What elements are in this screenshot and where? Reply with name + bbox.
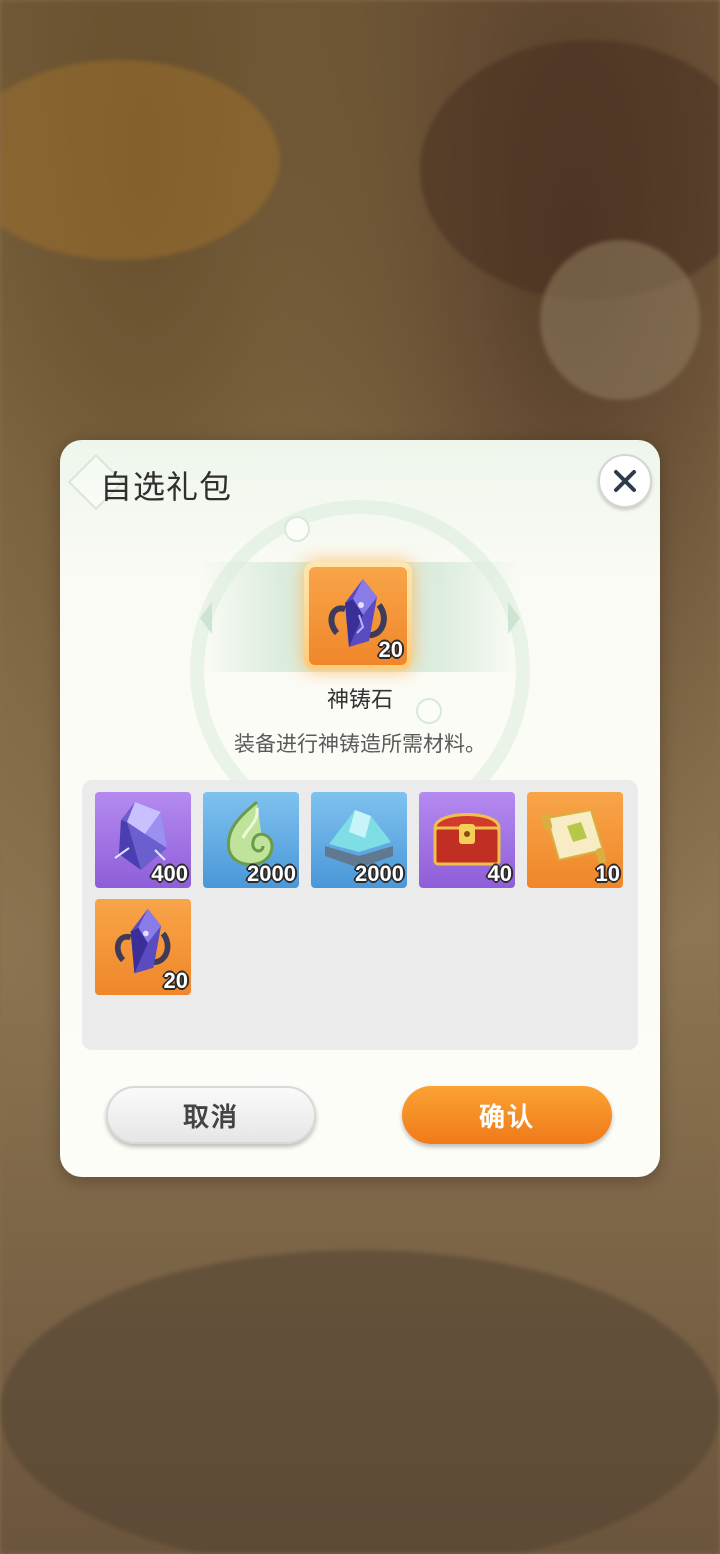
reward-quantity: 2000 (355, 861, 404, 886)
reward-quantity: 20 (163, 968, 188, 993)
reward-grid: 400 2000 2000 40 10 20 (82, 780, 638, 1050)
selected-item-name: 神铸石 (326, 688, 393, 713)
confirm-button[interactable]: 确认 (402, 1086, 612, 1144)
reward-quantity: 10 (595, 861, 620, 886)
selected-item-slot: 20 (304, 562, 412, 670)
reward-quantity: 400 (151, 861, 188, 886)
close-icon (614, 470, 636, 492)
cancel-button[interactable]: 取消 (106, 1086, 316, 1144)
arrow-right-icon (508, 602, 520, 634)
reward-item[interactable]: 2000 (203, 792, 299, 888)
confirm-button-label: 确认 (478, 1102, 535, 1133)
arrow-left-icon (200, 602, 212, 634)
reward-item[interactable]: 400 (95, 792, 191, 888)
cancel-button-label: 取消 (182, 1102, 239, 1133)
reward-item[interactable]: 2000 (311, 792, 407, 888)
ring-dot (284, 516, 310, 542)
dialog-title: 自选礼包 (100, 468, 233, 506)
reward-quantity: 40 (487, 861, 512, 886)
selected-item-description: 装备进行神铸造所需材料。 (234, 732, 486, 756)
selected-item-quantity: 20 (378, 637, 403, 662)
gift-pack-dialog: 自选礼包 20 神铸石 装备进行神铸造所需材料。 400 2000 2000 4… (60, 440, 660, 1177)
close-button[interactable] (598, 454, 652, 508)
reward-item[interactable]: 20 (95, 899, 191, 995)
reward-item[interactable]: 10 (527, 792, 623, 888)
reward-quantity: 2000 (247, 861, 296, 886)
reward-item[interactable]: 40 (419, 792, 515, 888)
